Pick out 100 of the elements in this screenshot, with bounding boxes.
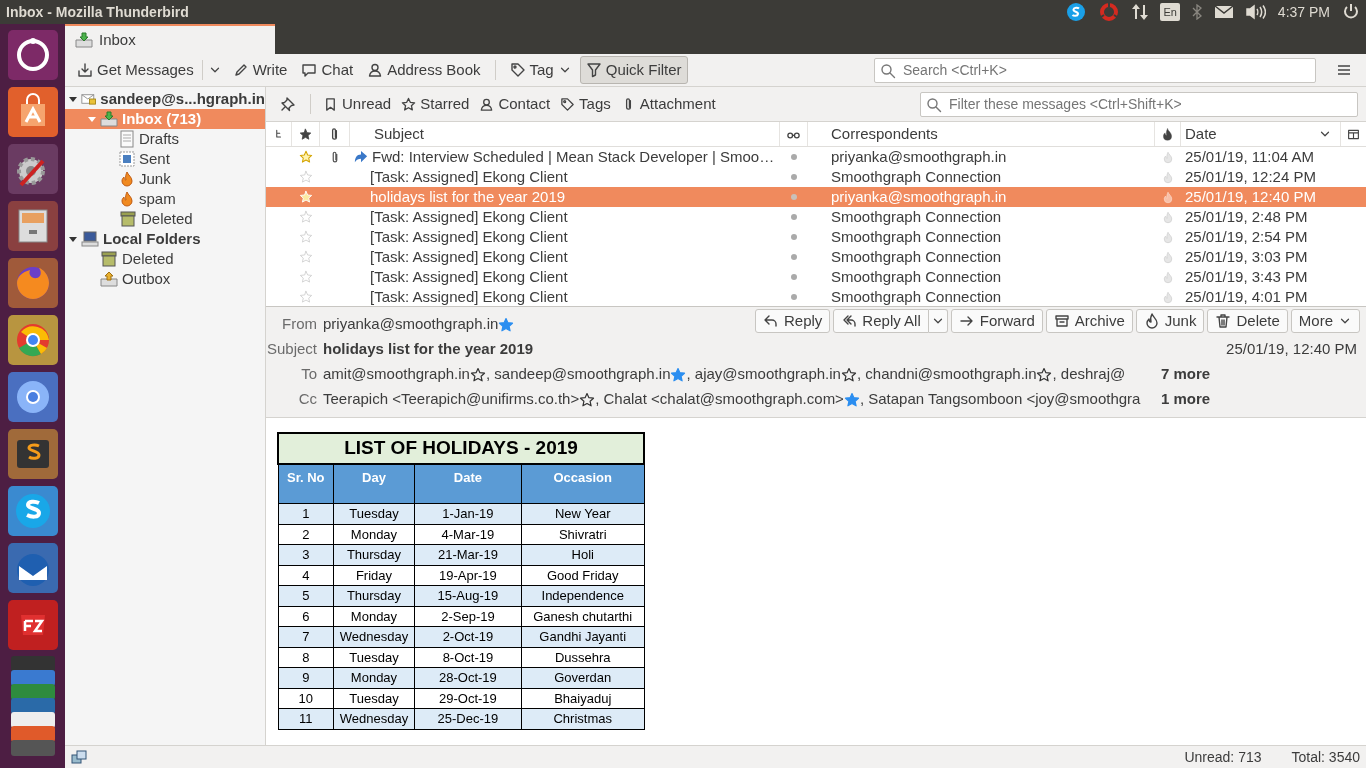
folder-item[interactable]: Sent: [65, 149, 265, 169]
speech-bubble-icon[interactable]: [6, 485, 59, 537]
star-icon[interactable]: [299, 250, 313, 264]
star-icon[interactable]: [579, 391, 596, 408]
expanded-arrow-icon[interactable]: [69, 95, 77, 103]
read-status-dot[interactable]: [791, 234, 797, 240]
circle-logo-icon[interactable]: [6, 314, 59, 366]
star-icon[interactable]: [498, 316, 515, 333]
more-recipients-link[interactable]: 7 more: [1161, 363, 1211, 386]
folder-item[interactable]: Local Folders: [65, 229, 265, 249]
editor-app-icon[interactable]: [6, 428, 59, 480]
folder-item[interactable]: Junk: [65, 169, 265, 189]
folder-item[interactable]: spam: [65, 189, 265, 209]
filter-button[interactable]: Contact: [475, 89, 555, 119]
read-status-dot[interactable]: [791, 294, 797, 300]
file-cabinet-icon[interactable]: [6, 200, 59, 252]
read-status-dot[interactable]: [791, 194, 797, 200]
filter-field[interactable]: Filter these messages <Ctrl+Shift+K>: [920, 91, 1358, 117]
filter-button[interactable]: Starred: [397, 89, 474, 119]
mail-icon[interactable]: [1213, 5, 1234, 19]
filter-button[interactable]: Attachment: [616, 89, 720, 119]
windows-icon[interactable]: [71, 750, 87, 764]
recipient-link[interactable]: , ajay@smoothgraph.in: [686, 363, 841, 386]
junk-button[interactable]: Junk: [1135, 309, 1205, 333]
recipient-link[interactable]: amit@smoothgraph.in: [323, 363, 470, 386]
star-icon[interactable]: [843, 391, 860, 408]
star-icon[interactable]: [1036, 366, 1053, 383]
forward-button[interactable]: Forward: [950, 309, 1043, 333]
subject-column-header[interactable]: Subject: [350, 122, 780, 146]
filter-button[interactable]: Unread: [319, 89, 396, 119]
quick-filter-button[interactable]: Quick Filter: [579, 55, 688, 85]
read-status-dot[interactable]: [791, 214, 797, 220]
recipient-link[interactable]: , sandeep@smoothgraph.in: [485, 363, 671, 386]
folder-item[interactable]: Drafts: [65, 129, 265, 149]
chat-app-icon[interactable]: [1066, 2, 1087, 22]
bluetooth-icon[interactable]: [1191, 4, 1202, 20]
date-column-header[interactable]: Date: [1181, 122, 1341, 146]
star-icon[interactable]: [299, 210, 313, 224]
filter-button[interactable]: Tags: [556, 89, 615, 119]
recipient-link[interactable]: , Satapan Tangsomboon <joy@smoothgra: [859, 388, 1141, 411]
write-button[interactable]: Write: [226, 55, 294, 85]
keyboard-layout-indicator[interactable]: En: [1160, 2, 1180, 22]
star-icon[interactable]: [670, 366, 687, 383]
read-status-dot[interactable]: [791, 254, 797, 260]
network-arrows-icon[interactable]: [1132, 3, 1149, 21]
message-row[interactable]: [Task: Assigned] Ekong Client Smoothgraph Connection 25/01/19, 12:24 PM: [266, 167, 1366, 187]
dropdown-button[interactable]: [928, 309, 948, 333]
folder-item[interactable]: Deleted: [65, 209, 265, 229]
message-row[interactable]: [Task: Assigned] Ekong Client Smoothgraph Connection 25/01/19, 2:54 PM: [266, 227, 1366, 247]
message-row[interactable]: [Task: Assigned] Ekong Client Smoothgraph Connection 25/01/19, 3:03 PM: [266, 247, 1366, 267]
recipient-link[interactable]: Teerapich <Teerapich@unifirms.co.th>: [323, 388, 580, 411]
message-row[interactable]: [Task: Assigned] Ekong Client Smoothgraph Connection 25/01/19, 4:01 PM: [266, 287, 1366, 306]
envelope-bird-icon[interactable]: [6, 542, 59, 594]
circle-logo-icon[interactable]: [6, 371, 59, 423]
archive-button[interactable]: Archive: [1045, 309, 1133, 333]
address-book-button[interactable]: Address Book: [361, 55, 487, 85]
shopping-bag-icon[interactable]: [6, 86, 59, 138]
read-status-dot[interactable]: [791, 274, 797, 280]
star-icon[interactable]: [299, 170, 313, 184]
delete-button[interactable]: Delete: [1207, 309, 1288, 333]
folder-item[interactable]: Deleted: [65, 249, 265, 269]
menu-icon[interactable]: [1336, 62, 1352, 78]
star-icon[interactable]: [299, 230, 313, 244]
reply-all-button[interactable]: Reply All: [833, 309, 929, 333]
star-icon[interactable]: [469, 366, 486, 383]
power-icon[interactable]: [1342, 3, 1360, 21]
star-icon[interactable]: [299, 150, 313, 164]
get-messages-button[interactable]: Get Messages: [71, 55, 200, 85]
more-button[interactable]: More: [1290, 309, 1360, 333]
app-icon[interactable]: [6, 599, 59, 651]
search-field[interactable]: Search <Ctrl+K>: [874, 57, 1316, 83]
recipient-link[interactable]: , deshraj@: [1052, 363, 1126, 386]
recipient-link[interactable]: , chandni@smoothgraph.in: [856, 363, 1037, 386]
recipient-link[interactable]: , Chalat <chalat@smoothgraph.com>: [595, 388, 844, 411]
settings-icon[interactable]: [6, 143, 59, 195]
reply-button[interactable]: Reply: [755, 309, 831, 333]
message-row[interactable]: Fwd: Interview Scheduled | Mean Stack Developer | Smoo… priyanka@smoothgraph.in 25/01/19, 11:04 AM: [266, 147, 1366, 167]
read-status-dot[interactable]: [791, 154, 797, 160]
folder-item[interactable]: sandeep@s...hgraph.in: [65, 89, 265, 109]
ring-icon[interactable]: [1098, 2, 1121, 22]
read-status-dot[interactable]: [791, 174, 797, 180]
star-icon[interactable]: [299, 270, 313, 284]
message-row[interactable]: [Task: Assigned] Ekong Client Smoothgraph Connection 25/01/19, 3:43 PM: [266, 267, 1366, 287]
more-recipients-link[interactable]: 1 more: [1161, 388, 1211, 411]
correspondent-text: Smoothgraph Connection: [831, 266, 1002, 287]
folder-item[interactable]: Outbox: [65, 269, 265, 289]
tag-button[interactable]: Tag: [503, 55, 578, 85]
clock[interactable]: 4:37 PM: [1277, 1, 1330, 23]
fox-globe-icon[interactable]: [6, 257, 59, 309]
star-icon[interactable]: [840, 366, 857, 383]
volume-icon[interactable]: [1245, 4, 1266, 20]
table-cell: 11: [278, 708, 334, 729]
logo-icon[interactable]: [6, 29, 59, 81]
sender-link[interactable]: priyanka@smoothgraph.in: [323, 313, 499, 336]
correspondents-column-header[interactable]: Correspondents: [808, 122, 1155, 146]
star-icon[interactable]: [299, 290, 313, 304]
expanded-arrow-icon[interactable]: [69, 235, 77, 243]
message-row[interactable]: [Task: Assigned] Ekong Client Smoothgraph Connection 25/01/19, 2:48 PM: [266, 207, 1366, 227]
tab[interactable]: Inbox: [65, 24, 275, 54]
chat-button[interactable]: Chat: [295, 55, 360, 85]
